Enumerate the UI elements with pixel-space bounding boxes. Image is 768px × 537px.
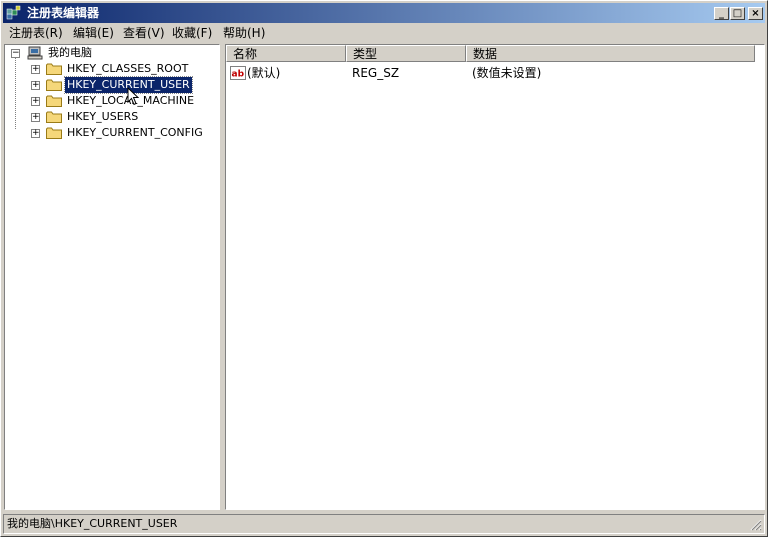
svg-text:ab: ab	[232, 70, 245, 80]
mouse-cursor-icon	[127, 87, 139, 106]
tree-item[interactable]: + HKEY_CURRENT_USER	[9, 76, 214, 94]
folder-icon	[46, 95, 62, 107]
column-header-type[interactable]: 类型	[346, 45, 466, 62]
expand-icon[interactable]: +	[31, 113, 40, 122]
value-type: REG_SZ	[352, 66, 400, 80]
tree-item[interactable]: + HKEY_CURRENT_CONFIG	[9, 125, 214, 141]
menu-favorites[interactable]: 收藏(F)	[170, 25, 214, 41]
tree-item-label: HKEY_CLASSES_ROOT	[67, 62, 189, 75]
menu-edit[interactable]: 编辑(E)	[71, 25, 116, 41]
minimize-button[interactable]: _	[714, 7, 729, 20]
menu-registry[interactable]: 注册表(R)	[7, 25, 65, 41]
value-data: (数值未设置)	[472, 66, 542, 80]
tree-root-label: 我的电脑	[48, 46, 92, 59]
tree-pane[interactable]: − 我的电脑 + HKEY_CLASSES_ROOT + HKEY_CURRENT_U…	[4, 44, 220, 510]
maximize-icon: □	[732, 8, 743, 19]
tree-item[interactable]: + HKEY_LOCAL_MACHINE	[9, 93, 214, 109]
column-header-name[interactable]: 名称	[226, 45, 346, 62]
tree-connector-vertical	[15, 58, 16, 129]
menu-help[interactable]: 帮助(H)	[221, 25, 267, 41]
tree-item[interactable]: + HKEY_CLASSES_ROOT	[9, 61, 214, 77]
tree-item[interactable]: + HKEY_USERS	[9, 109, 214, 125]
title-bar[interactable]: 注册表编辑器 _ □ ×	[3, 3, 765, 23]
string-value-icon: ab	[230, 66, 246, 80]
minimize-icon: _	[719, 8, 724, 19]
expand-icon[interactable]: +	[31, 81, 40, 90]
folder-icon	[46, 79, 62, 91]
expand-icon[interactable]: +	[31, 97, 40, 106]
status-bar: 我的电脑\HKEY_CURRENT_USER	[3, 514, 765, 534]
folder-icon	[46, 127, 62, 139]
value-name: (默认)	[247, 66, 281, 80]
tree-item-label: HKEY_CURRENT_CONFIG	[67, 126, 203, 139]
close-button[interactable]: ×	[748, 7, 763, 20]
collapse-icon[interactable]: −	[11, 49, 20, 58]
folder-icon	[46, 111, 62, 123]
list-pane[interactable]: 名称 类型 数据 ab (默认) REG_SZ (数值未设置)	[225, 44, 765, 510]
expand-icon[interactable]: +	[31, 65, 40, 74]
resize-grip-icon[interactable]	[750, 519, 762, 531]
menu-view[interactable]: 查看(V)	[121, 25, 167, 41]
menu-bar: 注册表(R) 编辑(E) 查看(V) 收藏(F) 帮助(H)	[3, 24, 765, 42]
close-icon: ×	[751, 8, 760, 19]
regedit-app-icon	[6, 5, 21, 20]
regedit-window: 注册表编辑器 _ □ × 注册表(R) 编辑(E) 查看(V) 收藏(F) 帮助…	[0, 0, 768, 537]
folder-icon	[46, 63, 62, 75]
tree-root[interactable]: − 我的电脑	[9, 45, 209, 61]
computer-icon	[27, 46, 43, 60]
tree-item-label: HKEY_USERS	[67, 110, 139, 123]
status-path: 我的电脑\HKEY_CURRENT_USER	[7, 517, 178, 530]
expand-icon[interactable]: +	[31, 129, 40, 138]
window-title: 注册表编辑器	[27, 6, 100, 20]
maximize-button[interactable]: □	[730, 7, 745, 20]
column-header-data[interactable]: 数据	[466, 45, 755, 62]
